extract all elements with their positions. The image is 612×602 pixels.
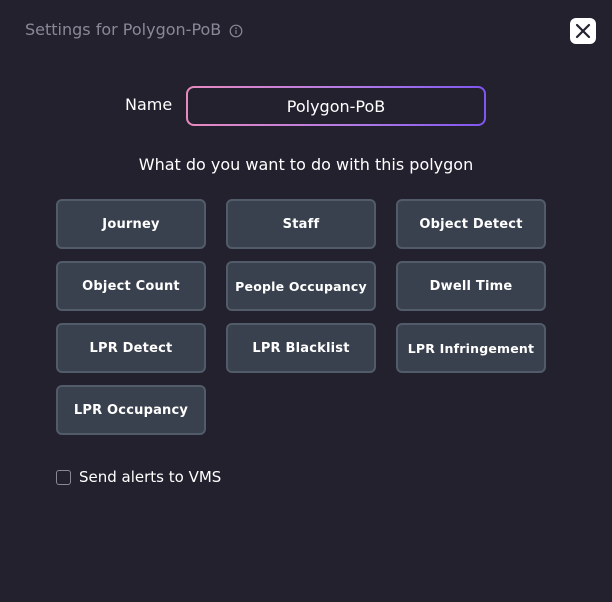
lpr-occupancy-button[interactable]: LPR Occupancy — [56, 385, 206, 435]
polygon-action-question: What do you want to do with this polygon — [138, 155, 474, 174]
dwell-time-button[interactable]: Dwell Time — [396, 261, 546, 311]
staff-button[interactable]: Staff — [226, 199, 376, 249]
object-count-button[interactable]: Object Count — [56, 261, 206, 311]
lpr-detect-button[interactable]: LPR Detect — [56, 323, 206, 373]
name-field-wrapper — [186, 86, 486, 126]
info-icon[interactable] — [229, 23, 243, 37]
settings-dialog: Settings for Polygon-PoB Name What do yo… — [0, 0, 612, 602]
object-detect-button[interactable]: Object Detect — [396, 199, 546, 249]
send-alerts-checkbox[interactable] — [56, 469, 71, 485]
dialog-title: Settings for Polygon-PoB — [25, 20, 222, 39]
lpr-blacklist-button[interactable]: LPR Blacklist — [226, 323, 376, 373]
name-input[interactable] — [188, 88, 484, 124]
close-button[interactable] — [570, 18, 596, 44]
lpr-infringement-button[interactable]: LPR Infringement — [396, 323, 546, 373]
journey-button[interactable]: Journey — [56, 199, 206, 249]
dialog-header: Settings for Polygon-PoB — [25, 20, 243, 39]
people-occupancy-button[interactable]: People Occupancy — [226, 261, 376, 311]
name-label: Name — [125, 95, 173, 114]
send-alerts-option[interactable]: Send alerts to VMS — [56, 468, 221, 486]
action-options-grid: Journey Staff Object Detect Object Count… — [56, 199, 546, 435]
send-alerts-label: Send alerts to VMS — [79, 468, 222, 486]
close-icon — [575, 23, 591, 39]
